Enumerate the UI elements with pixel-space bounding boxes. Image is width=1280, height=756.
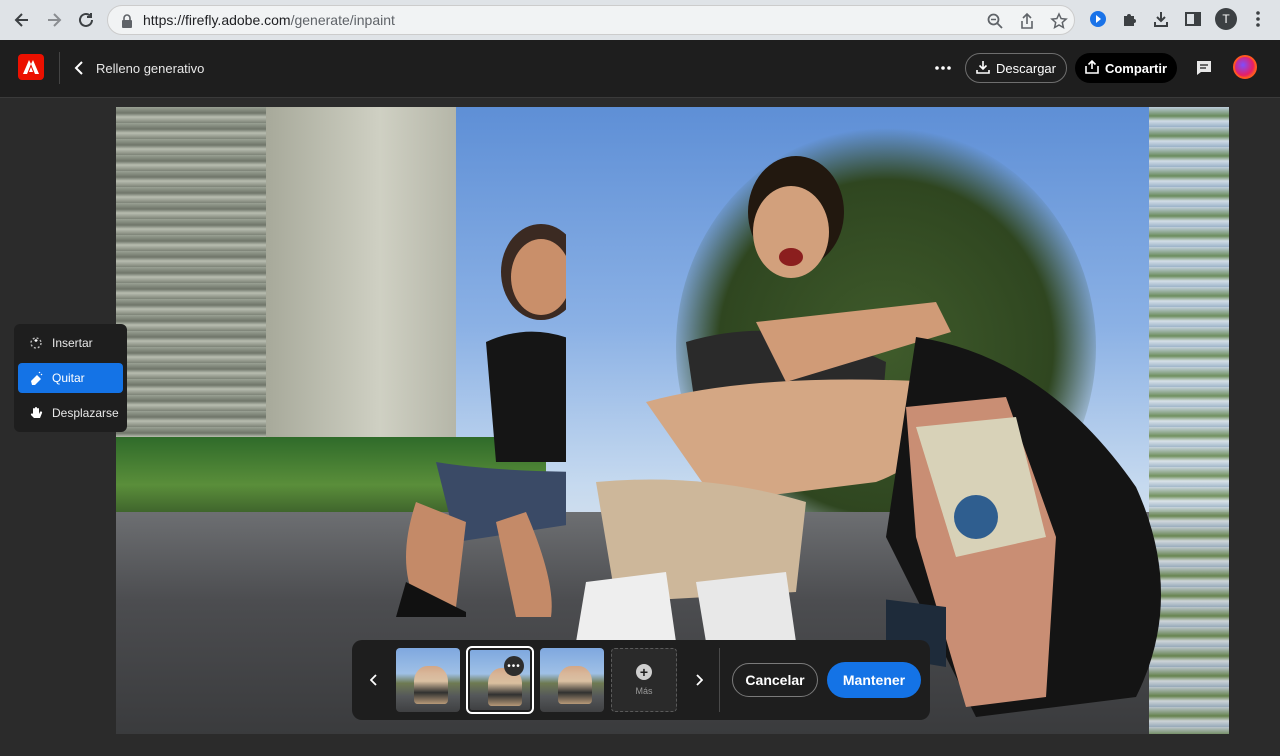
thumbnail-figures	[558, 666, 592, 704]
browser-profile-avatar[interactable]: T	[1215, 8, 1237, 30]
insert-sparkle-icon	[28, 335, 44, 351]
download-icon[interactable]	[1151, 9, 1171, 29]
more-variations-label: Más	[635, 686, 653, 696]
user-avatar[interactable]	[1233, 55, 1257, 79]
url-path: /generate/inpaint	[290, 12, 395, 28]
comment-icon[interactable]	[1193, 57, 1215, 79]
zoom-icon[interactable]	[986, 12, 1004, 30]
puzzle-icon[interactable]	[1120, 9, 1140, 29]
variation-thumbnail-2[interactable]: •••	[466, 646, 534, 714]
tool-palette: Insertar Quitar Desplazarse	[14, 324, 127, 432]
photo-person-girl	[396, 224, 566, 617]
header-divider	[59, 52, 60, 84]
share-button[interactable]: Compartir	[1075, 53, 1177, 83]
bar-divider	[719, 648, 720, 712]
next-variation-icon[interactable]	[690, 670, 708, 690]
kebab-menu-icon[interactable]	[1248, 9, 1268, 29]
url-text: https://firefly.adobe.com/generate/inpai…	[143, 12, 395, 28]
app-header: Relleno generativo Descargar Compartir	[0, 40, 1280, 98]
sidepanel-icon[interactable]	[1183, 9, 1203, 29]
tool-insert-label: Insertar	[52, 336, 93, 350]
tool-remove-label: Quitar	[52, 371, 85, 385]
thumbnail-figures	[414, 666, 448, 704]
photo-wallet	[886, 337, 1161, 717]
plus-icon: +	[636, 664, 652, 680]
hand-pan-icon	[28, 405, 44, 421]
share-icon	[1085, 59, 1099, 77]
thumbnail-options-icon[interactable]: •••	[504, 656, 524, 676]
more-options-icon[interactable]	[930, 57, 956, 79]
browser-toolbar: https://firefly.adobe.com/generate/inpai…	[0, 0, 1280, 40]
download-label: Descargar	[996, 60, 1056, 76]
url-host: https://firefly.adobe.com	[143, 12, 291, 28]
adobe-logo-icon[interactable]	[18, 54, 44, 80]
back-chevron-icon[interactable]	[70, 57, 88, 79]
forward-arrow-icon[interactable]	[42, 8, 66, 32]
share-icon[interactable]	[1018, 12, 1036, 30]
more-variations-button[interactable]: + Más	[611, 648, 677, 712]
prev-variation-icon[interactable]	[365, 670, 383, 690]
tool-pan-label: Desplazarse	[52, 406, 119, 420]
tool-pan[interactable]: Desplazarse	[18, 398, 123, 428]
reload-icon[interactable]	[74, 8, 98, 32]
tool-remove[interactable]: Quitar	[18, 363, 123, 393]
address-bar[interactable]: https://firefly.adobe.com/generate/inpai…	[107, 5, 1075, 35]
variation-thumbnail-1[interactable]	[396, 648, 460, 712]
extension-blue-icon[interactable]	[1088, 9, 1108, 29]
remove-eraser-icon	[28, 370, 44, 386]
star-icon[interactable]	[1050, 12, 1068, 30]
keep-button[interactable]: Mantener	[827, 662, 921, 698]
back-arrow-icon[interactable]	[10, 8, 34, 32]
variation-thumbnail-3[interactable]	[540, 648, 604, 712]
share-label: Compartir	[1104, 60, 1168, 76]
cancel-button[interactable]: Cancelar	[732, 663, 818, 697]
variation-bar: ••• + Más Cancelar Mantener	[352, 640, 930, 720]
tool-insert[interactable]: Insertar	[18, 328, 123, 358]
download-icon	[976, 60, 990, 77]
lock-icon[interactable]	[120, 13, 134, 29]
download-button[interactable]: Descargar	[965, 53, 1067, 83]
page-title: Relleno generativo	[96, 61, 205, 76]
